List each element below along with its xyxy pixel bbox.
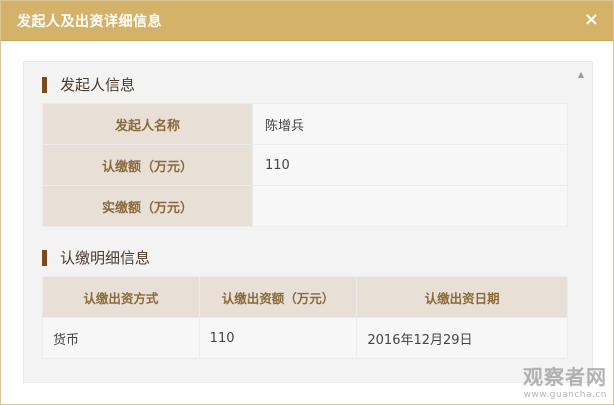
subscription-detail-table: 认缴出资方式 认缴出资额（万元） 认缴出资日期 货币 110 2016年12月2… [42, 276, 568, 359]
row-label: 认缴额（万元） [42, 144, 253, 186]
row-label: 实缴额（万元） [42, 185, 253, 227]
close-icon[interactable]: × [584, 11, 599, 29]
table-cell: 货币 [42, 317, 200, 359]
content-panel[interactable]: ▲ 发起人信息 发起人名称 陈增兵 认缴额（万元） 110 实缴额（万元） 认缴… [23, 61, 593, 383]
watermark-url: www.guancha.cn [523, 390, 607, 400]
scroll-up-icon[interactable]: ▲ [578, 70, 584, 79]
column-header: 认缴出资日期 [356, 276, 568, 318]
table-cell: 2016年12月29日 [356, 317, 568, 359]
section-title: 发起人信息 [60, 76, 136, 94]
table-header-row: 认缴出资方式 认缴出资额（万元） 认缴出资日期 [42, 276, 568, 318]
column-header: 认缴出资额（万元） [198, 276, 358, 318]
founder-info-table: 发起人名称 陈增兵 认缴额（万元） 110 实缴额（万元） [42, 103, 568, 227]
row-value: 陈增兵 [252, 103, 568, 145]
table-row: 实缴额（万元） [42, 185, 568, 227]
section-marker [42, 76, 47, 93]
table-row: 货币 110 2016年12月29日 [42, 317, 568, 359]
section-marker [42, 249, 47, 266]
section-heading-subscription: 认缴明细信息 [42, 247, 150, 268]
section-title: 认缴明细信息 [60, 249, 151, 267]
table-cell: 110 [198, 317, 358, 359]
dialog-titlebar: 发起人及出资详细信息 × [1, 1, 613, 41]
dialog: 发起人及出资详细信息 × ▲ 发起人信息 发起人名称 陈增兵 认缴额（万元） 1… [0, 0, 614, 405]
dialog-title: 发起人及出资详细信息 [17, 14, 162, 30]
row-label: 发起人名称 [42, 103, 253, 145]
row-value [252, 185, 568, 227]
watermark-text: 观察者网 [523, 365, 607, 389]
row-value: 110 [252, 144, 568, 186]
column-header: 认缴出资方式 [42, 276, 200, 318]
section-heading-founder: 发起人信息 [42, 74, 135, 95]
table-row: 认缴额（万元） 110 [42, 144, 568, 186]
watermark-logo: 观察者网 www.guancha.cn [523, 361, 607, 400]
table-row: 发起人名称 陈增兵 [42, 103, 568, 145]
